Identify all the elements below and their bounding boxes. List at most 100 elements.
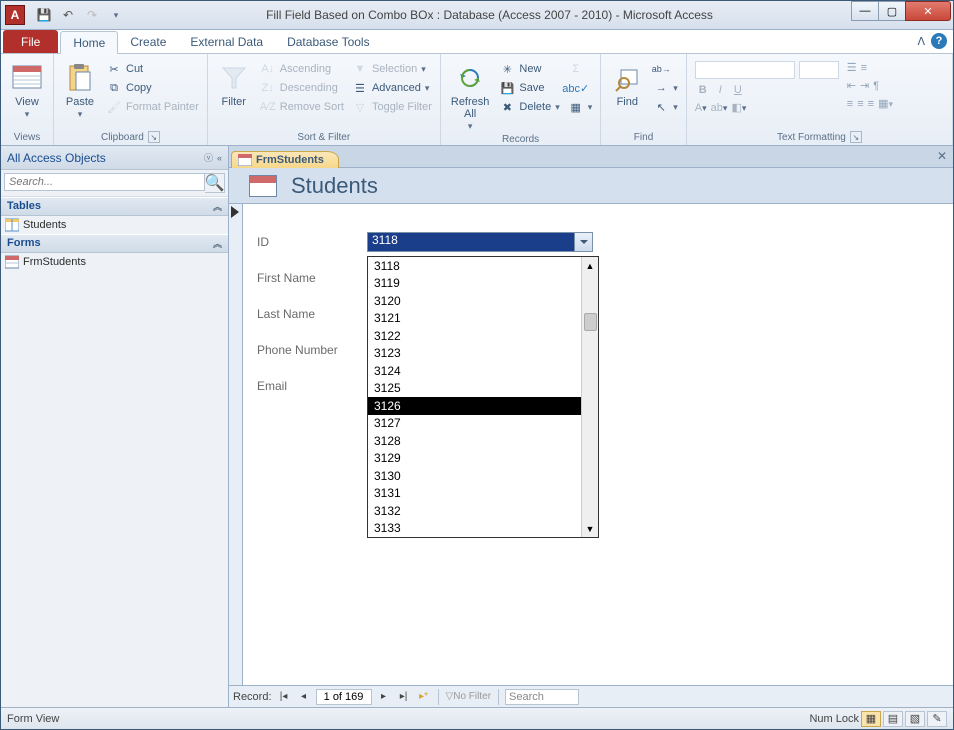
nav-header[interactable]: All Access Objects ⓥ « <box>1 146 228 170</box>
indent-right-icon[interactable]: ⇥ <box>860 79 869 92</box>
prev-record-button[interactable]: ◂ <box>296 689 312 705</box>
save-record-button[interactable]: 💾Save <box>497 79 561 97</box>
nav-forms-header[interactable]: Forms︽ <box>1 234 228 253</box>
first-record-button[interactable]: |◂ <box>276 689 292 705</box>
nav-item-students[interactable]: Students <box>1 216 228 234</box>
minimize-ribbon-icon[interactable]: ᐱ <box>917 35 925 48</box>
descending-button[interactable]: Z↓Descending <box>258 79 346 97</box>
dropdown-item[interactable]: 3124 <box>368 362 581 380</box>
scroll-thumb[interactable] <box>584 313 597 331</box>
ltr-icon[interactable]: ¶ <box>873 80 879 92</box>
bold-button[interactable]: B <box>695 84 711 96</box>
scroll-up-icon[interactable]: ▲ <box>582 257 598 274</box>
gridlines-icon[interactable]: ▦▾ <box>878 97 893 110</box>
totals-button[interactable]: Σ <box>566 60 595 78</box>
dropdown-item[interactable]: 3130 <box>368 467 581 485</box>
dropdown-scrollbar[interactable]: ▲ ▼ <box>581 257 598 537</box>
file-tab[interactable]: File <box>3 30 58 53</box>
nav-item-frmstudents[interactable]: FrmStudents <box>1 253 228 271</box>
highlight-button[interactable]: ab▾ <box>711 102 728 114</box>
record-selector[interactable] <box>229 204 243 685</box>
textfmt-dialog-launcher[interactable]: ↘ <box>850 131 862 143</box>
dropdown-item[interactable]: 3123 <box>368 345 581 363</box>
collapse-icon[interactable]: ︽ <box>213 237 222 250</box>
align-center-icon[interactable]: ≡ <box>857 98 863 110</box>
tab-frmstudents[interactable]: FrmStudents <box>231 151 339 168</box>
undo-icon[interactable]: ↶ <box>57 4 79 26</box>
design-view-button[interactable]: ✎ <box>927 711 947 727</box>
dropdown-item[interactable]: 3125 <box>368 380 581 398</box>
nav-search-input[interactable] <box>4 173 205 191</box>
find-button[interactable]: Find <box>607 60 647 110</box>
cut-button[interactable]: ✂Cut <box>104 60 201 78</box>
help-icon[interactable]: ? <box>931 33 947 49</box>
dropdown-item[interactable]: 3132 <box>368 502 581 520</box>
align-left-icon[interactable]: ≡ <box>847 98 853 110</box>
next-record-button[interactable]: ▸ <box>376 689 392 705</box>
indent-left-icon[interactable]: ⇤ <box>847 79 856 92</box>
replace-button[interactable]: ab→ <box>651 60 680 78</box>
more-button[interactable]: ▦▾ <box>566 98 595 116</box>
new-record-button[interactable]: ▸* <box>416 689 432 705</box>
doc-close-button[interactable]: ✕ <box>935 149 949 163</box>
font-color-button[interactable]: A▾ <box>695 102 707 114</box>
dropdown-item[interactable]: 3118 <box>368 257 581 275</box>
new-button[interactable]: ✳New <box>497 60 561 78</box>
nav-dropdown-icon[interactable]: ⓥ <box>204 151 213 164</box>
id-combo-input[interactable]: 3118 <box>368 233 574 251</box>
id-combo-dropdown-button[interactable] <box>574 233 592 251</box>
dropdown-item[interactable]: 3121 <box>368 310 581 328</box>
refresh-all-button[interactable]: Refresh All▾ <box>447 60 494 134</box>
remove-sort-button[interactable]: A⁄ZRemove Sort <box>258 98 346 116</box>
id-dropdown-list[interactable]: 3118311931203121312231233124312531263127… <box>367 256 599 538</box>
numbering-icon[interactable]: ≡ <box>861 62 867 74</box>
select-button[interactable]: ↖▾ <box>651 98 680 116</box>
format-painter-button[interactable]: 🖌Format Painter <box>104 98 201 116</box>
close-button[interactable]: ✕ <box>905 1 951 21</box>
dropdown-item[interactable]: 3131 <box>368 485 581 503</box>
toggle-filter-button[interactable]: ▽Toggle Filter <box>350 98 434 116</box>
bullets-icon[interactable]: ☰ <box>847 61 857 74</box>
dropdown-item[interactable]: 3129 <box>368 450 581 468</box>
underline-button[interactable]: U <box>730 84 746 96</box>
no-filter-icon[interactable]: ▽ No Filter <box>445 689 493 705</box>
dropdown-item[interactable]: 3126 <box>368 397 581 415</box>
nav-search-button[interactable]: 🔍 <box>205 173 225 193</box>
collapse-icon[interactable]: ︽ <box>213 200 222 213</box>
paste-button[interactable]: Paste▾ <box>60 60 100 122</box>
form-view-button[interactable]: ▦ <box>861 711 881 727</box>
scroll-down-icon[interactable]: ▼ <box>582 520 598 537</box>
italic-button[interactable]: I <box>715 84 726 96</box>
nav-tables-header[interactable]: Tables︽ <box>1 197 228 216</box>
dropdown-item[interactable]: 3122 <box>368 327 581 345</box>
delete-button[interactable]: ✖Delete ▾ <box>497 98 561 116</box>
selection-button[interactable]: ▼Selection ▾ <box>350 60 434 78</box>
last-record-button[interactable]: ▸| <box>396 689 412 705</box>
create-tab[interactable]: Create <box>118 30 178 53</box>
qat-customize-icon[interactable]: ▾ <box>105 4 127 26</box>
maximize-button[interactable]: ▢ <box>878 1 906 21</box>
home-tab[interactable]: Home <box>60 31 118 54</box>
goto-button[interactable]: →▾ <box>651 79 680 97</box>
save-icon[interactable]: 💾 <box>33 4 55 26</box>
record-search-input[interactable] <box>505 689 579 705</box>
redo-icon[interactable]: ↷ <box>81 4 103 26</box>
copy-button[interactable]: ⧉Copy <box>104 79 201 97</box>
dropdown-item[interactable]: 3119 <box>368 275 581 293</box>
database-tools-tab[interactable]: Database Tools <box>275 30 382 53</box>
dropdown-item[interactable]: 3133 <box>368 520 581 538</box>
view-button[interactable]: View▾ <box>7 60 47 122</box>
spelling-button[interactable]: abc✓ <box>566 79 595 97</box>
external-data-tab[interactable]: External Data <box>178 30 275 53</box>
record-position-input[interactable] <box>316 689 372 705</box>
layout-view-button[interactable]: ▧ <box>905 711 925 727</box>
advanced-button[interactable]: ☰Advanced ▾ <box>350 79 434 97</box>
minimize-button[interactable]: — <box>851 1 879 21</box>
datasheet-view-button[interactable]: ▤ <box>883 711 903 727</box>
fill-color-button[interactable]: ◧▾ <box>731 101 746 114</box>
dropdown-item[interactable]: 3128 <box>368 432 581 450</box>
align-right-icon[interactable]: ≡ <box>868 98 874 110</box>
clipboard-dialog-launcher[interactable]: ↘ <box>148 131 160 143</box>
filter-button[interactable]: Filter <box>214 60 254 110</box>
dropdown-item[interactable]: 3127 <box>368 415 581 433</box>
